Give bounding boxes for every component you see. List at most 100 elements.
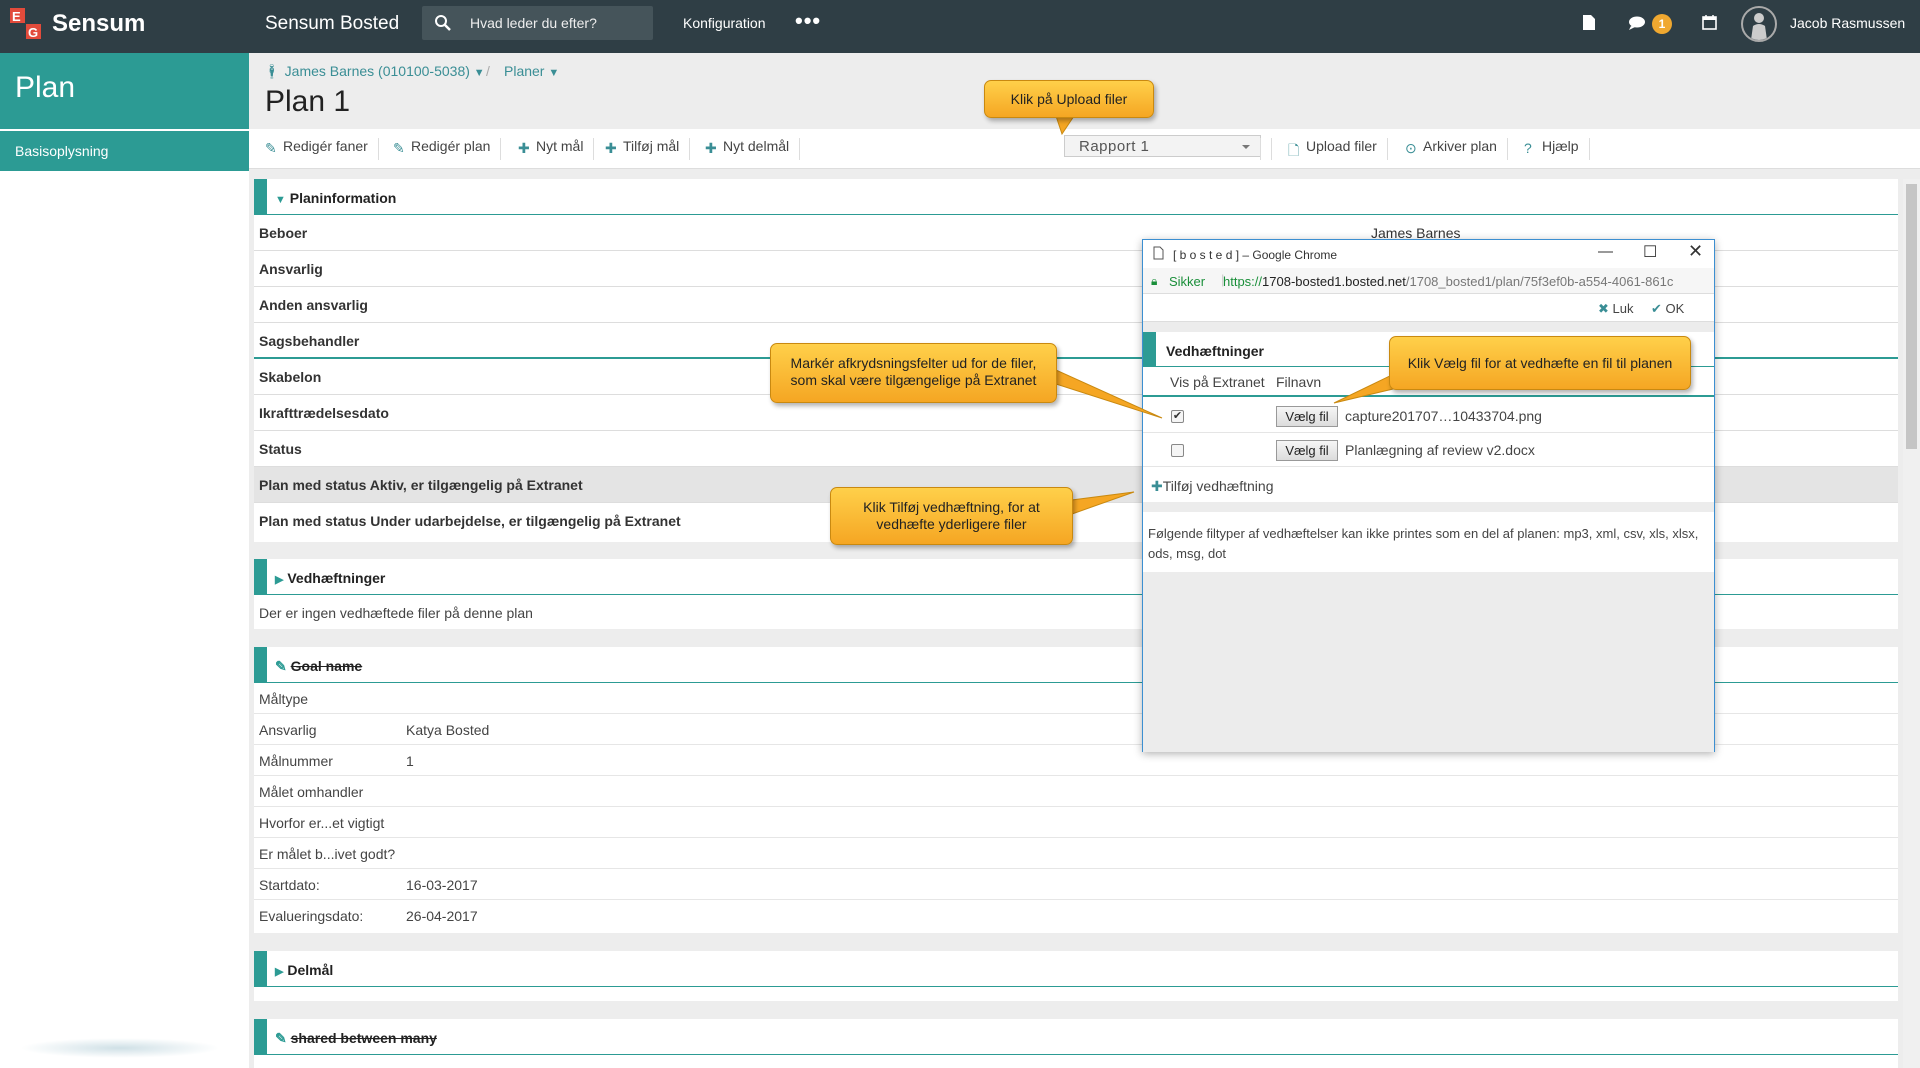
sidebar-heading: Plan — [0, 53, 249, 129]
shared-goal-panel: ✎ shared between many — [254, 1019, 1898, 1068]
close-window-icon[interactable]: ✕ — [1688, 241, 1703, 262]
upload-files-label: Upload filer — [1306, 138, 1377, 154]
choose-file-button[interactable]: Vælg fil — [1276, 440, 1338, 461]
row-label: Sagsbehandler — [259, 333, 360, 349]
caret-down-icon: ▼ — [275, 194, 286, 206]
file-name: Planlægning af review v2.docx — [1345, 442, 1535, 458]
more-menu-icon[interactable]: ••• — [795, 8, 821, 34]
sidebar-item-basisoplysning[interactable]: Basisoplysning — [0, 131, 249, 171]
ok-label: OK — [1665, 301, 1685, 316]
url-scheme: https:// — [1223, 274, 1263, 289]
page-scrollbar[interactable] — [1903, 179, 1920, 1068]
minimize-icon[interactable]: — — [1598, 243, 1613, 260]
attachment-row: Vælg fil Planlægning af review v2.docx — [1143, 433, 1714, 467]
extranet-checkbox[interactable]: ✔ — [1171, 410, 1184, 423]
chat-icon[interactable] — [1628, 16, 1646, 31]
caret-down-icon — [1242, 145, 1250, 149]
sensum-logo-icon[interactable]: E G — [10, 8, 44, 42]
calendar-icon[interactable] — [1702, 14, 1717, 30]
archive-plan-button[interactable]: ⊙ Arkiver plan — [1401, 138, 1508, 160]
row-label: Skabelon — [259, 369, 322, 385]
row-label: Ansvarlig — [259, 261, 323, 277]
search-icon — [435, 15, 451, 31]
pencil-icon: ✎ — [275, 658, 287, 674]
new-subgoal-button[interactable]: ✚ Nyt delmål — [701, 138, 801, 160]
help-button[interactable]: ? Hjælp — [1520, 138, 1590, 160]
check-icon: ✔ — [1651, 301, 1662, 316]
caret-right-icon: ▶ — [275, 574, 284, 586]
row-value: Katya Bosted — [406, 722, 490, 738]
add-attachment-callout: Klik Tilføj vedhæftning, for at vedhæfte… — [830, 487, 1073, 545]
row-value: 16-03-2017 — [406, 877, 478, 893]
scrollbar-thumb[interactable] — [1906, 184, 1917, 449]
row-label: Evalueringsdato: — [259, 908, 364, 924]
choose-file-button[interactable]: Vælg fil — [1276, 406, 1338, 427]
edit-plan-button[interactable]: ✎ Redigér plan — [389, 138, 502, 160]
secure-label: Sikker — [1169, 274, 1206, 289]
breadcrumb-plans[interactable]: Planer ▼ — [504, 63, 559, 79]
person-icon — [1751, 13, 1767, 40]
user-avatar[interactable] — [1741, 6, 1777, 42]
breadcrumb-person[interactable]: 🕴︎ James Barnes (010100-5038) ▼ — [263, 63, 485, 80]
add-goal-button[interactable]: ✚ Tilføj mål — [601, 138, 691, 160]
row-label: Målnummer — [259, 753, 333, 769]
plus-icon: ✚ — [1151, 478, 1163, 494]
search-box[interactable]: Hvad leder du efter? — [422, 6, 653, 40]
message-count-badge[interactable]: 1 — [1652, 14, 1672, 34]
row-label: Anden ansvarlig — [259, 297, 368, 313]
row-label: Startdato: — [259, 877, 320, 893]
pencil-icon: ✎ — [275, 1030, 287, 1046]
subgoals-header[interactable]: ▶ Delmål — [254, 951, 1898, 987]
maximize-icon[interactable]: ☐ — [1643, 242, 1657, 262]
goal-row-beskrevet: Er målet b...ivet godt? — [254, 838, 1898, 869]
logo-text[interactable]: Sensum — [52, 10, 145, 38]
archive-icon: ⊙ — [1405, 140, 1417, 156]
address-bar[interactable]: 🔒︎ Sikker | https://1708-bosted1.bosted.… — [1143, 268, 1714, 294]
row-value: 26-04-2017 — [406, 908, 478, 924]
help-label: Hjælp — [1542, 138, 1579, 154]
close-dialog-button[interactable]: ✖ Luk — [1598, 301, 1634, 317]
row-label: Plan med status Aktiv, er tilgængelig på… — [259, 477, 583, 493]
document-icon[interactable] — [1582, 14, 1596, 31]
row-label: Plan med status Under udarbejdelse, er t… — [259, 513, 681, 529]
breadcrumb-person-label: James Barnes (010100-5038) — [284, 63, 470, 79]
goal-title: Goal name — [290, 658, 363, 674]
svg-text:E: E — [12, 9, 21, 24]
goal-row-omhandler: Målet omhandler — [254, 776, 1898, 807]
upload-files-button[interactable]: 🗋︎ Upload filer — [1284, 138, 1388, 160]
plan-toolbar: ✎ Redigér faner ✎ Redigér plan ✚ Nyt mål ✚ T… — [249, 129, 1920, 169]
row-label: Status — [259, 441, 302, 457]
report-select-value: Rapport 1 — [1079, 138, 1150, 155]
pencil-icon: ✎ — [393, 140, 405, 156]
row-label: Hvorfor er...et vigtigt — [259, 815, 385, 831]
question-icon: ? — [1524, 140, 1532, 156]
configuration-menu[interactable]: Konfiguration — [683, 15, 766, 31]
edit-tabs-button[interactable]: ✎ Redigér faner — [261, 138, 379, 160]
add-attachment-link[interactable]: ✚Tilføj vedhæftning — [1151, 478, 1273, 495]
upload-dialog-window: [ b o s t e d ] – Google Chrome — ☐ ✕ 🔒︎… — [1142, 239, 1715, 752]
new-goal-button[interactable]: ✚ Nyt mål — [514, 138, 595, 160]
user-name[interactable]: Jacob Rasmussen — [1790, 15, 1905, 31]
dialog-titlebar[interactable]: [ b o s t e d ] – Google Chrome — ☐ ✕ — [1143, 240, 1714, 268]
upload-callout: Klik på Upload filer — [984, 80, 1154, 118]
close-label: Luk — [1612, 301, 1634, 316]
report-select[interactable]: Rapport 1 — [1064, 135, 1261, 157]
file-type-note: Følgende filtyper af vedhæftelser kan ik… — [1143, 512, 1714, 572]
close-icon: ✖ — [1598, 301, 1609, 316]
choose-file-callout: Klik Vælg fil for at vedhæfte en fil til… — [1389, 336, 1691, 390]
file-name: capture201707…10433704.png — [1345, 408, 1542, 424]
new-subgoal-label: Nyt delmål — [723, 138, 790, 154]
dialog-window-title: [ b o s t e d ] – Google Chrome — [1173, 248, 1338, 262]
edit-tabs-label: Redigér faner — [283, 138, 368, 154]
plan-information-header[interactable]: ▼ Planinformation — [254, 179, 1898, 215]
url-text[interactable]: https://1708-bosted1.bosted.net/1708_bos… — [1223, 274, 1711, 289]
plus-icon: ✚ — [705, 140, 717, 156]
ok-button[interactable]: ✔ OK — [1651, 301, 1684, 317]
app-title[interactable]: Sensum Bosted — [265, 13, 399, 35]
search-input[interactable]: Hvad leder du efter? — [470, 15, 597, 31]
shared-goal-header[interactable]: ✎ shared between many — [254, 1019, 1898, 1055]
breadcrumb-separator: / — [486, 63, 490, 79]
add-goal-label: Tilføj mål — [623, 138, 680, 154]
extranet-checkbox[interactable] — [1171, 444, 1184, 457]
row-label: Måltype — [259, 691, 309, 707]
